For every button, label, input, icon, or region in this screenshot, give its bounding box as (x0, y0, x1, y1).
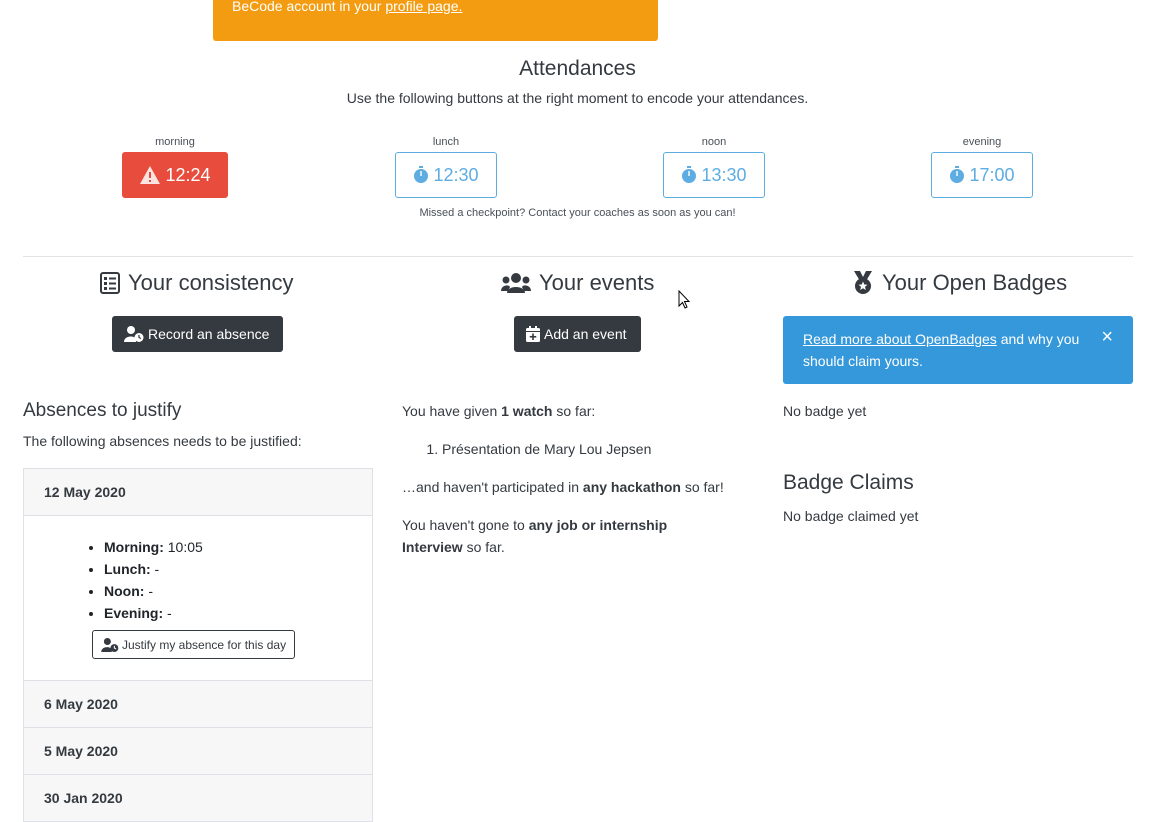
checkpoint-evening-button[interactable]: 17:00 (931, 152, 1033, 198)
hackathon-pre: …and haven't participated in (402, 479, 580, 495)
absence-date: 6 May 2020 (44, 696, 118, 712)
user-clock-icon (101, 637, 119, 652)
list-item: Lunch: - (104, 558, 352, 580)
checkpoint-label: lunch (432, 136, 460, 148)
mouse-cursor-icon (678, 290, 692, 310)
list-item: Evening: - (104, 602, 352, 624)
events-title: Your events (539, 270, 655, 295)
checkpoint-time: 12:24 (165, 164, 211, 185)
absence-date: 12 May 2020 (44, 484, 126, 500)
noon-value: - (148, 583, 153, 599)
badge-claims-title: Badge Claims (783, 471, 914, 494)
users-icon (501, 272, 531, 294)
attendances-subtitle: Use the following buttons at the right m… (346, 90, 809, 106)
close-icon[interactable]: × (1101, 326, 1113, 348)
watches-summary: You have given 1 watch so far: (402, 400, 595, 422)
attendances-title: Attendances (519, 57, 636, 80)
checkpoint-time: 12:30 (433, 164, 479, 185)
interview-pre: You haven't gone to (402, 517, 525, 533)
record-absence-label: Record an absence (148, 326, 270, 342)
watches-post: so far: (556, 403, 596, 419)
profile-page-link[interactable]: profile page. (385, 0, 462, 14)
add-event-label: Add an event (544, 326, 627, 342)
list-item: Morning: 10:05 (104, 536, 352, 558)
lunch-value: - (154, 561, 160, 577)
checkpoint-lunch: lunch 12:30 (395, 136, 497, 198)
checklist-icon (100, 272, 120, 294)
justify-absence-label: Justify my absence for this day (122, 637, 287, 652)
absence-header[interactable]: 12 May 2020 (24, 469, 372, 516)
checkpoint-time: 17:00 (969, 164, 1015, 185)
noon-label: Noon: (104, 583, 145, 599)
evening-label: Evening: (104, 605, 164, 621)
checkpoint-morning-button[interactable]: 12:24 (122, 152, 228, 198)
openbadges-info-alert: Read more about OpenBadges and why you s… (783, 316, 1133, 384)
watches-list: Présentation de Mary Lou Jepsen (402, 438, 651, 460)
hackathon-summary: …and haven't participated in any hackath… (402, 476, 724, 498)
absence-checkpoint-list: Morning: 10:05 Lunch: - Noon: - Evening:… (44, 536, 352, 624)
section-divider (23, 256, 1133, 257)
list-item: Noon: - (104, 580, 352, 602)
no-badge-text: No badge yet (783, 403, 867, 419)
justify-absence-button[interactable]: Justify my absence for this day (92, 630, 296, 659)
stopwatch-icon (949, 166, 965, 184)
absences-title: Absences to justify (23, 400, 182, 421)
evening-value: - (167, 605, 172, 621)
morning-value: 10:05 (167, 539, 203, 555)
interview-post: so far. (466, 539, 505, 555)
add-event-button[interactable]: Add an event (514, 316, 641, 352)
hackathon-bold: any hackathon (582, 479, 681, 495)
consistency-title: Your consistency (128, 270, 294, 295)
calendar-plus-icon (526, 326, 540, 342)
checkpoint-evening: evening 17:00 (931, 136, 1033, 198)
checkpoint-noon-button[interactable]: 13:30 (663, 152, 765, 198)
interview-summary: You haven't gone to any job or internshi… (402, 514, 712, 558)
lunch-label: Lunch: (104, 561, 151, 577)
warning-icon (139, 165, 161, 185)
checkpoint-label: evening (962, 136, 1002, 148)
medal-icon (852, 271, 874, 295)
no-claims-text: No badge claimed yet (783, 508, 919, 524)
absence-header[interactable]: 5 May 2020 (24, 728, 372, 775)
absence-date: 30 Jan 2020 (44, 790, 123, 806)
user-clock-icon (124, 326, 144, 342)
badges-title: Your Open Badges (882, 270, 1068, 295)
morning-label: Morning: (104, 539, 164, 555)
missed-checkpoint-note: Missed a checkpoint? Contact your coache… (419, 207, 736, 219)
badges-heading: Your Open Badges (852, 270, 1067, 296)
watches-pre: You have given (402, 403, 498, 419)
banner-text: BeCode account in your (232, 0, 382, 14)
profile-warning-banner: BeCode account in your profile page. (213, 0, 658, 41)
checkpoint-label: noon (701, 136, 727, 148)
checkpoint-lunch-button[interactable]: 12:30 (395, 152, 497, 198)
hackathon-post: so far! (684, 479, 724, 495)
absences-accordion: 12 May 2020 Morning: 10:05 Lunch: - Noon… (23, 468, 373, 822)
openbadges-link[interactable]: Read more about OpenBadges (803, 331, 997, 347)
events-heading: Your events (501, 270, 654, 296)
list-item: Présentation de Mary Lou Jepsen (442, 438, 651, 460)
stopwatch-icon (413, 166, 429, 184)
absence-header[interactable]: 6 May 2020 (24, 681, 372, 728)
stopwatch-icon (681, 166, 697, 184)
checkpoint-label: morning (155, 136, 195, 148)
absences-description: The following absences needs to be justi… (23, 433, 302, 449)
record-absence-button[interactable]: Record an absence (112, 316, 283, 352)
consistency-heading: Your consistency (100, 270, 294, 296)
checkpoint-morning: morning 12:24 (122, 136, 228, 198)
checkpoint-time: 13:30 (701, 164, 747, 185)
checkpoint-noon: noon 13:30 (663, 136, 765, 198)
watches-count: 1 watch (501, 403, 553, 419)
absence-details: Morning: 10:05 Lunch: - Noon: - Evening:… (24, 516, 372, 681)
absence-date: 5 May 2020 (44, 743, 118, 759)
